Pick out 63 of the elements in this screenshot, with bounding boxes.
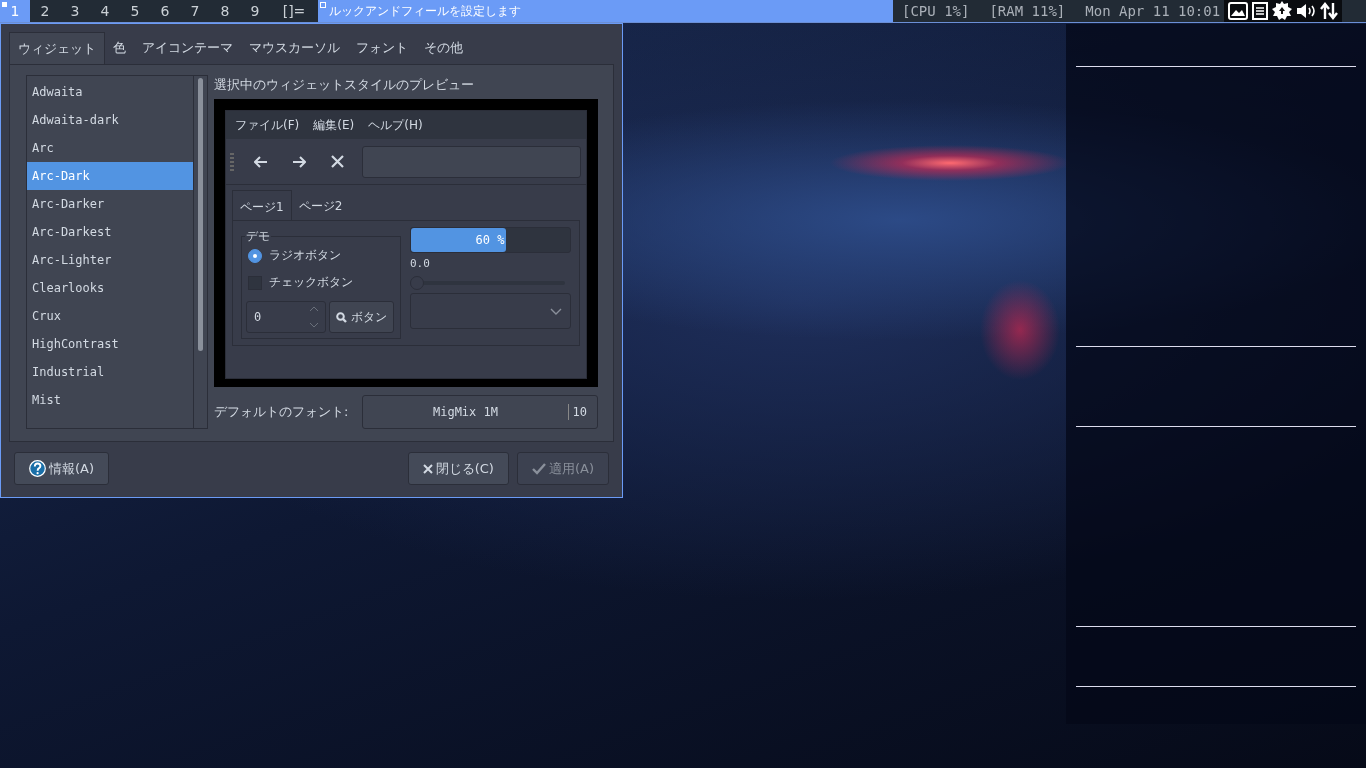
workspace-tab[interactable]: 7: [180, 0, 210, 22]
document-icon[interactable]: [1252, 2, 1269, 20]
theme-list-item[interactable]: Mist: [27, 386, 193, 414]
checkbox-label: チェックボタン: [269, 274, 353, 291]
search-icon: [336, 311, 347, 323]
gear-icon[interactable]: [1272, 1, 1293, 21]
theme-list-item[interactable]: Adwaita: [27, 78, 193, 106]
back-arrow-icon[interactable]: [254, 155, 268, 168]
theme-list-item[interactable]: Adwaita-dark: [27, 106, 193, 134]
tab[interactable]: その他: [416, 32, 471, 64]
theme-list-item[interactable]: Arc: [27, 134, 193, 162]
workspace-tab[interactable]: 9: [240, 0, 270, 22]
menu-item[interactable]: 編集(E): [313, 116, 355, 134]
close-icon[interactable]: [330, 155, 344, 168]
tab[interactable]: マウスカーソル: [241, 32, 348, 64]
close-button[interactable]: 閉じる(C): [407, 452, 509, 485]
tab[interactable]: ウィジェット: [9, 32, 105, 64]
help-icon: [29, 460, 46, 477]
scrollbar-thumb[interactable]: [198, 78, 203, 351]
chevron-down-icon: [550, 307, 562, 315]
tab[interactable]: ページ1: [232, 190, 292, 220]
check-icon: [531, 462, 546, 475]
workspace-tab[interactable]: 3: [60, 0, 90, 22]
theme-list-item[interactable]: Arc-Darkest: [27, 218, 193, 246]
theme-list-item[interactable]: Arc-Lighter: [27, 246, 193, 274]
status-text: [CPU 1%]: [902, 2, 970, 21]
speaker-icon[interactable]: [1296, 3, 1317, 19]
forward-arrow-icon[interactable]: [292, 155, 306, 168]
address-field[interactable]: [362, 145, 581, 178]
theme-list-item[interactable]: Clearlooks: [27, 274, 193, 302]
workspace-tab[interactable]: 5: [120, 0, 150, 22]
tab[interactable]: アイコンテーマ: [134, 32, 241, 64]
tab[interactable]: ページ2: [291, 190, 350, 220]
preview-title: 選択中のウィジェットスタイルのプレビュー: [214, 76, 475, 94]
workspace-tab[interactable]: 8: [210, 0, 240, 22]
tab[interactable]: 色: [105, 32, 134, 64]
progress-reading: 60 %: [475, 233, 505, 247]
radio-button[interactable]: [248, 248, 262, 263]
spin-box[interactable]: 0: [246, 301, 326, 333]
workspace-tab[interactable]: 6: [150, 0, 180, 22]
tab[interactable]: フォント: [348, 32, 416, 64]
font-picker-button[interactable]: MigMix 1M 10: [362, 395, 598, 429]
close-icon: [422, 463, 433, 474]
window-title: ルックアンドフィールを設定します: [318, 0, 893, 22]
radio-label: ラジオボタン: [269, 247, 341, 264]
layout-indicator[interactable]: []=: [270, 0, 318, 22]
group-title: デモ: [245, 228, 271, 245]
about-button[interactable]: 情報(A): [14, 452, 110, 485]
theme-list-item[interactable]: HighContrast: [27, 330, 193, 358]
status-text: [RAM 11%]: [989, 2, 1066, 21]
search-button[interactable]: ボタン: [329, 301, 394, 333]
font-label: デフォルトのフォント:: [214, 403, 349, 421]
slider-value: 0.0: [410, 257, 430, 270]
theme-list-item[interactable]: Industrial: [27, 358, 193, 386]
status-text: Mon Apr 11 10:01: [1085, 2, 1221, 21]
workspace-tab[interactable]: 4: [90, 0, 120, 22]
menu-item[interactable]: ファイル(F): [235, 116, 300, 134]
workspace-tab[interactable]: 2: [30, 0, 60, 22]
theme-list-item[interactable]: Arc-Darker: [27, 190, 193, 218]
menu-item[interactable]: ヘルプ(H): [368, 116, 423, 134]
picture-icon[interactable]: [1228, 2, 1249, 20]
window-indicator-icon: [320, 2, 326, 8]
theme-list-item[interactable]: Crux: [27, 302, 193, 330]
